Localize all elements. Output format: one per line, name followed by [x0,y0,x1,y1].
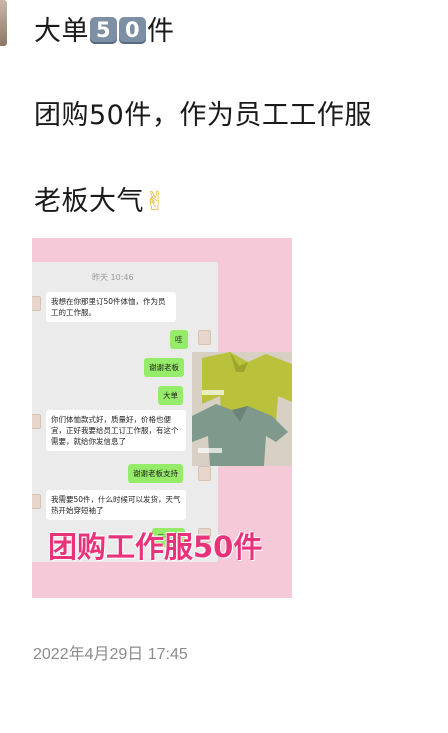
chat-message: 谢谢老板支持 [128,464,183,483]
avatar-left-icon [32,414,41,429]
chat-message: 大单 [158,386,183,405]
post-timestamp: 2022年4月29日 17:45 [33,646,188,663]
post-line-1: 大单 5 0 件 [34,12,175,52]
post-line-2: 团购50件，作为员工工作服 [34,100,372,131]
tshirt-illustration [192,352,292,466]
avatar-left-icon [32,296,41,311]
line3-text: 老板大气 [34,186,144,217]
avatar-left-icon [32,494,41,509]
chat-message: 你们体恤款式好，质量好，价格也便宜，正好我要给员工订工作服，有这个需要，就给你发… [46,410,186,451]
post-image[interactable]: 昨天 10:46 我想在你那里订50件体恤，作为员工的工作服。 哇 谢谢老板 大… [32,238,292,598]
chat-message: 我需要50件，什么时候可以发货，天气热开始穿短袖了 [46,490,186,520]
keycap-zero-icon: 0 [119,17,146,44]
text-suffix: 件 [147,16,175,47]
post-line-3: 老板大气✌ [34,182,166,222]
chat-message: 谢谢老板 [144,358,184,377]
chat-message: 哇 [170,330,188,349]
avatar-right-icon [198,466,211,481]
chat-message: 我想在你那里订50件体恤，作为员工的工作服。 [46,292,176,322]
chat-time: 昨天 10:46 [92,273,134,282]
text-prefix: 大单 [34,16,89,47]
avatar[interactable] [0,0,7,46]
avatar-right-icon [198,330,211,345]
tshirt-photo [192,352,292,466]
overlay-caption: 团购工作服50件 [48,530,263,564]
keycap-five-icon: 5 [90,17,117,44]
chat-screenshot: 昨天 10:46 我想在你那里订50件体恤，作为员工的工作服。 哇 谢谢老板 大… [32,262,218,562]
victory-hand-icon: ✌ [144,187,167,217]
